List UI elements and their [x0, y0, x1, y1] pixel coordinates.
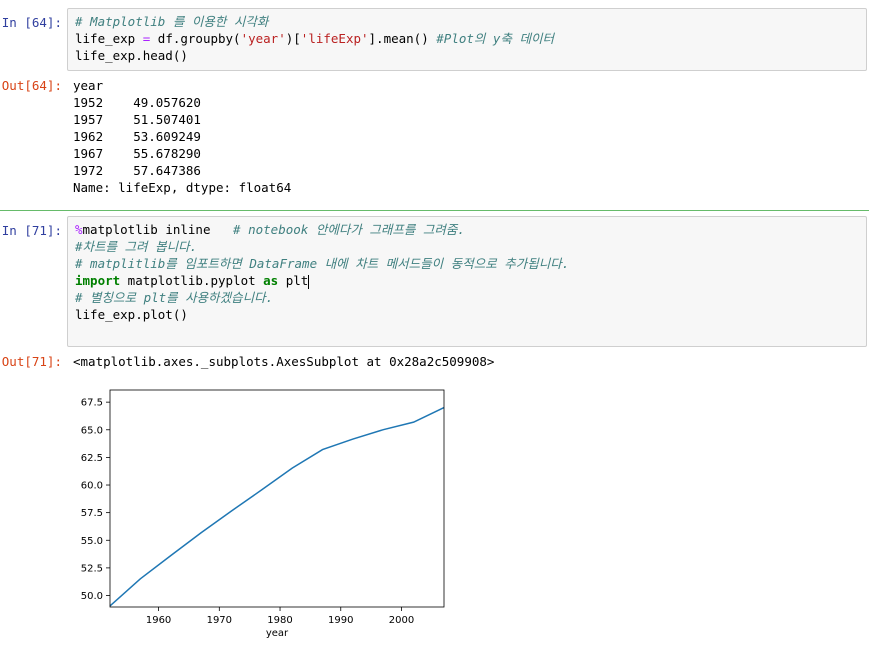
- code-comment: #차트를 그려 봅니다.: [75, 239, 198, 254]
- x-tick-label: 1990: [328, 615, 353, 626]
- plot-frame: [109, 389, 445, 608]
- y-tick-label: 67.5: [81, 398, 103, 409]
- y-tick-label: 62.5: [81, 453, 103, 464]
- code-string: 'lifeExp': [300, 31, 369, 46]
- y-tick-label: 50.0: [81, 591, 103, 602]
- y-tick-label: 52.5: [81, 563, 103, 574]
- code-token: life_exp: [75, 31, 143, 46]
- code-comment: # notebook 안에다가 그래프를 그려줌.: [233, 222, 465, 237]
- code-magic: %: [75, 222, 83, 237]
- x-tick-label: 1970: [207, 615, 232, 626]
- code-token: life_exp.head(): [75, 48, 188, 63]
- output-line: Name: lifeExp, dtype: float64: [73, 180, 292, 195]
- y-tick-label: 60.0: [81, 481, 103, 492]
- y-tick-label: 65.0: [81, 425, 103, 436]
- line-chart: 1960 1970 1980 1990 2000 50.0 52.5 55.0 57.5 60.0…: [81, 389, 445, 639]
- code-token: ].mean(): [368, 31, 437, 46]
- x-axis-label: year: [266, 628, 289, 639]
- code-cell-71-input[interactable]: %matplotlib inline # notebook 안에다가 그래프를 …: [67, 216, 867, 347]
- text-cursor: [308, 274, 310, 289]
- cell-64-output: year 1952 49.057620 1957 51.507401 1962 …: [73, 77, 291, 196]
- code-token: )[: [285, 31, 301, 46]
- x-tick-label: 1980: [267, 615, 292, 626]
- code-comment: #Plot의 y축 데이터: [436, 31, 554, 46]
- output-line: 1972 57.647386: [73, 163, 201, 178]
- y-tick-label: 55.0: [81, 536, 103, 547]
- code-token: plt: [278, 273, 309, 288]
- selected-cell-border: [0, 210, 869, 211]
- out-prompt-64: Out[64]:: [1, 78, 62, 93]
- cell-71-output: <matplotlib.axes._subplots.AxesSubplot a…: [73, 353, 494, 370]
- series-line: [109, 406, 445, 607]
- code-keyword: import: [75, 273, 121, 288]
- code-keyword: as: [263, 273, 279, 288]
- code-comment: # 별칭으로 plt를 사용하겠습니다.: [75, 290, 274, 305]
- x-tick-label: 1960: [146, 615, 171, 626]
- code-comment: # matplitlib를 임포트하면 DataFrame 내에 차트 메서드들…: [75, 256, 570, 271]
- code-cell-64-input[interactable]: # Matplotlib 를 이용한 시각화 life_exp = df.gro…: [67, 8, 867, 71]
- output-line: year: [73, 78, 104, 93]
- output-line: 1957 51.507401: [73, 112, 201, 127]
- code-comment: # Matplotlib 를 이용한 시각화: [75, 14, 269, 29]
- x-tick-label: 2000: [389, 615, 414, 626]
- output-line: <matplotlib.axes._subplots.AxesSubplot a…: [73, 354, 495, 369]
- output-line: 1952 49.057620: [73, 95, 201, 110]
- code-token: matplotlib inline: [82, 222, 234, 237]
- in-prompt-64: In [64]:: [1, 15, 62, 30]
- code-string: 'year': [240, 31, 286, 46]
- output-line: 1962 53.609249: [73, 129, 201, 144]
- code-token: df.groupby(: [150, 31, 241, 46]
- code-token: matplotlib.pyplot: [120, 273, 264, 288]
- in-prompt-71: In [71]:: [1, 223, 62, 238]
- out-prompt-71: Out[71]:: [1, 354, 62, 369]
- code-token: life_exp.plot(): [75, 307, 188, 322]
- output-line: 1967 55.678290: [73, 146, 201, 161]
- y-tick-label: 57.5: [81, 508, 103, 519]
